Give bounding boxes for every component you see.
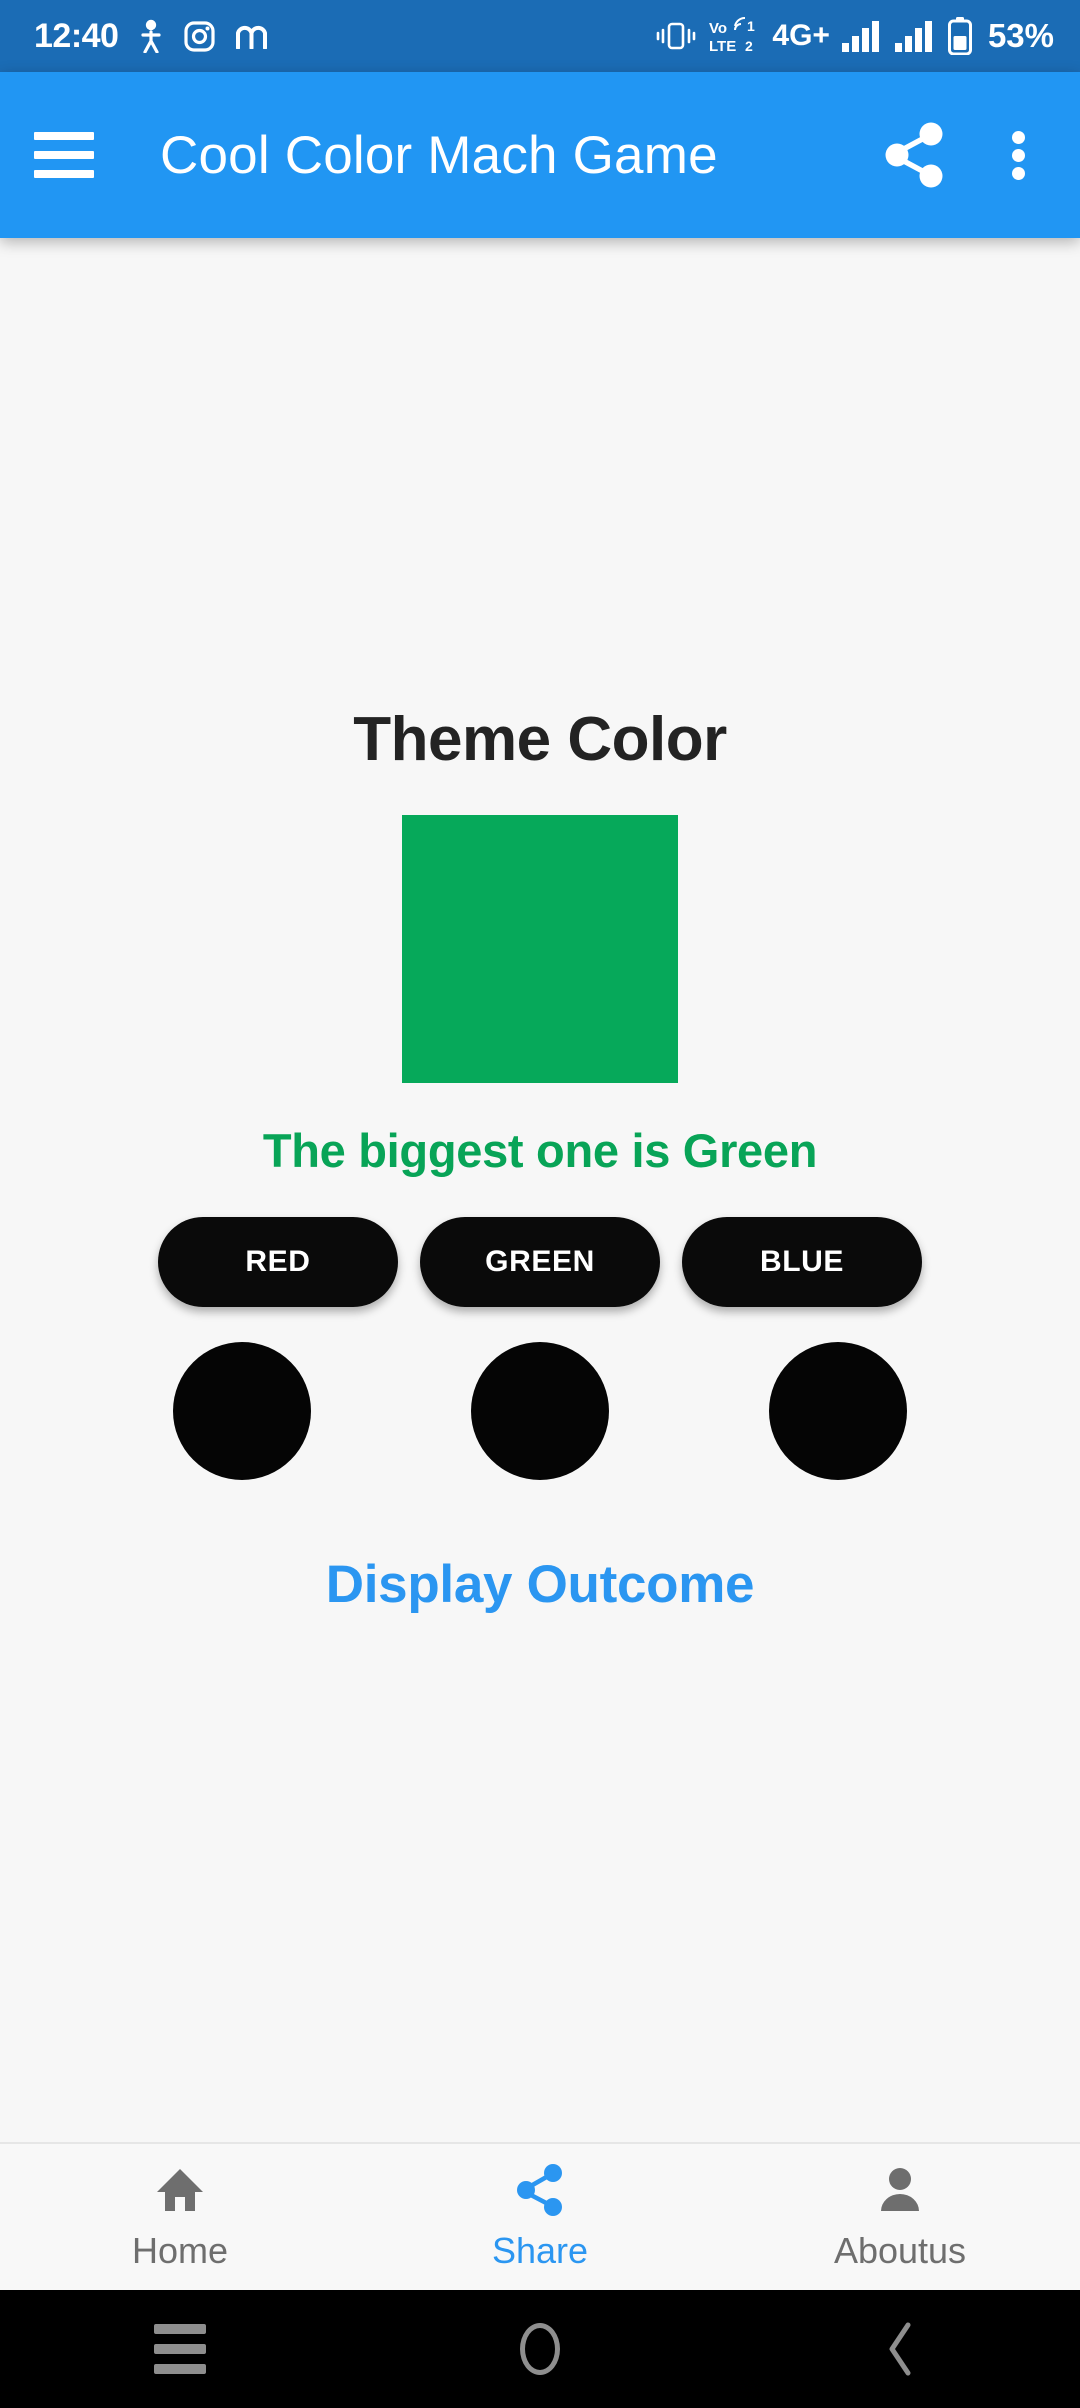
home-icon <box>154 2162 206 2218</box>
person-icon <box>874 2162 926 2218</box>
signal-bars-icon <box>841 19 883 53</box>
overflow-dot-2 <box>1011 148 1025 162</box>
hamburger-menu-icon[interactable] <box>34 118 108 192</box>
battery-percent-label: 53% <box>987 17 1054 54</box>
svg-text:2: 2 <box>745 38 753 54</box>
menu-bar-2 <box>34 151 94 159</box>
theme-color-heading: Theme Color <box>353 705 727 774</box>
status-bar-left: 12:40 <box>34 17 268 56</box>
color-dot-row <box>173 1342 907 1480</box>
svg-text:Vo: Vo <box>709 20 727 37</box>
red-button[interactable]: RED <box>158 1217 398 1307</box>
status-bar: 12:40 Vo 1 LTE 2 4G+ 53% <box>0 0 1080 72</box>
color-button-row: RED GREEN BLUE <box>158 1217 922 1307</box>
page-title: Cool Color Mach Game <box>160 125 718 185</box>
overflow-dot-1 <box>1011 130 1025 144</box>
blue-button[interactable]: BLUE <box>682 1217 922 1307</box>
instagram-icon <box>184 20 216 52</box>
nav-label-aboutus: Aboutus <box>833 2230 967 2271</box>
nav-item-share[interactable]: Share <box>360 2144 720 2290</box>
bottom-navigation-bar: Home Share Aboutus <box>0 2142 1080 2290</box>
phone-screen: 12:40 Vo 1 LTE 2 4G+ 53% Cool Color Mach… <box>0 0 1080 2408</box>
recents-bar-2 <box>154 2344 206 2354</box>
color-dot-3[interactable] <box>769 1342 907 1480</box>
display-outcome-button[interactable]: Display Outcome <box>326 1554 755 1615</box>
nav-label-home: Home <box>131 2230 229 2271</box>
share-icon[interactable] <box>874 115 954 195</box>
volte-icon: Vo 1 LTE 2 <box>709 17 761 55</box>
svg-text:LTE: LTE <box>709 38 736 55</box>
recents-bar-1 <box>154 2324 206 2334</box>
android-system-navigation <box>0 2290 1080 2408</box>
color-dot-1[interactable] <box>173 1342 311 1480</box>
recents-bar-3 <box>154 2364 206 2374</box>
menu-bar-3 <box>34 170 94 178</box>
color-dot-2[interactable] <box>471 1342 609 1480</box>
main-content: Theme Color The biggest one is Green RED… <box>0 238 1080 2142</box>
svg-text:1: 1 <box>747 18 755 34</box>
nav-item-home[interactable]: Home <box>0 2144 360 2290</box>
home-icon[interactable] <box>360 2290 720 2408</box>
back-icon[interactable] <box>720 2290 1080 2408</box>
status-clock: 12:40 <box>34 16 119 55</box>
overflow-dot-3 <box>1011 166 1025 180</box>
nav-item-aboutus[interactable]: Aboutus <box>720 2144 1080 2290</box>
home-circle <box>520 2323 560 2375</box>
m-app-icon <box>235 23 268 49</box>
recents-icon[interactable] <box>0 2290 360 2408</box>
menu-bar-1 <box>34 132 94 140</box>
app-bar: Cool Color Mach Game <box>0 72 1080 238</box>
nav-label-share: Share <box>491 2230 589 2271</box>
result-message: The biggest one is Green <box>262 1124 818 1177</box>
theme-color-swatch <box>402 815 678 1083</box>
share-icon <box>514 2162 566 2218</box>
network-type-label: 4G+ <box>772 19 830 52</box>
signal-bars-2-icon <box>894 19 936 53</box>
app-bar-actions <box>874 115 1046 195</box>
status-bar-right: Vo 1 LTE 2 4G+ 53% <box>654 17 1054 55</box>
green-button[interactable]: GREEN <box>420 1217 660 1307</box>
vibrate-icon <box>654 19 698 53</box>
battery-icon <box>947 17 973 55</box>
person-icon <box>138 19 164 53</box>
overflow-menu-icon[interactable] <box>990 115 1046 195</box>
